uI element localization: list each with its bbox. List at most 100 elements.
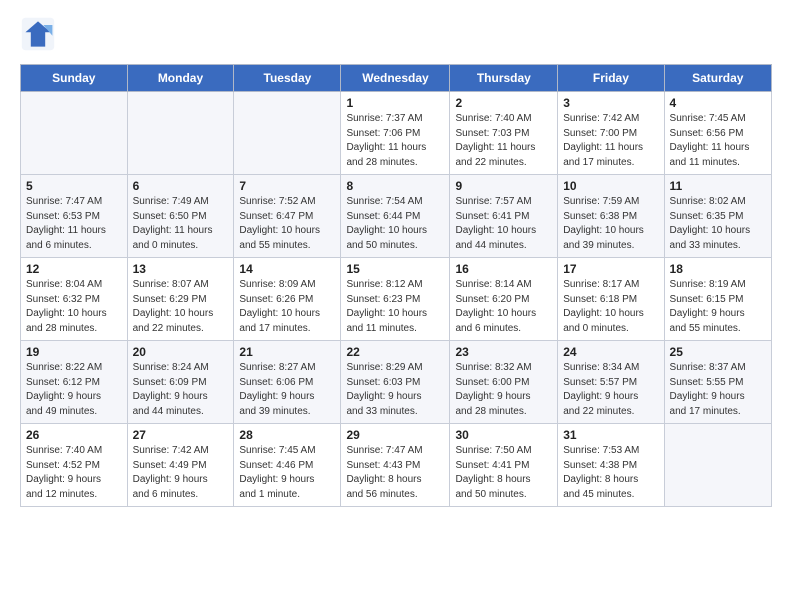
day-info: Sunrise: 8:17 AM Sunset: 6:18 PM Dayligh… xyxy=(563,278,658,336)
day-number: 6 xyxy=(133,179,229,193)
day-info: Sunrise: 7:47 AM Sunset: 6:53 PM Dayligh… xyxy=(26,195,122,253)
day-info: Sunrise: 7:53 AM Sunset: 4:38 PM Dayligh… xyxy=(563,444,658,502)
day-number: 21 xyxy=(239,345,335,359)
calendar-day-cell: 24Sunrise: 8:34 AM Sunset: 5:57 PM Dayli… xyxy=(558,341,664,424)
day-info: Sunrise: 7:54 AM Sunset: 6:44 PM Dayligh… xyxy=(346,195,444,253)
calendar-day-cell xyxy=(664,424,771,507)
day-info: Sunrise: 7:52 AM Sunset: 6:47 PM Dayligh… xyxy=(239,195,335,253)
day-number: 29 xyxy=(346,428,444,442)
calendar-table: SundayMondayTuesdayWednesdayThursdayFrid… xyxy=(20,64,772,507)
weekday-header: Monday xyxy=(127,65,234,92)
calendar-day-cell xyxy=(127,92,234,175)
day-number: 8 xyxy=(346,179,444,193)
day-info: Sunrise: 8:37 AM Sunset: 5:55 PM Dayligh… xyxy=(670,361,766,419)
calendar-day-cell: 12 Sunrise: 8:04 AM Sunset: 6:32 PM Dayli… xyxy=(21,258,128,341)
day-number: 15 xyxy=(346,262,444,276)
day-number: 7 xyxy=(239,179,335,193)
day-number: 16 xyxy=(455,262,552,276)
calendar-day-cell: 17 Sunrise: 8:17 AM Sunset: 6:18 PM Dayli… xyxy=(558,258,664,341)
calendar-day-cell: 20Sunrise: 8:24 AM Sunset: 6:09 PM Dayli… xyxy=(127,341,234,424)
calendar-day-cell: 23 Sunrise: 8:32 AM Sunset: 6:00 PM Dayli… xyxy=(450,341,558,424)
day-number: 28 xyxy=(239,428,335,442)
calendar-day-cell: 13 Sunrise: 8:07 AM Sunset: 6:29 PM Dayli… xyxy=(127,258,234,341)
day-info: Sunrise: 8:29 AM Sunset: 6:03 PM Dayligh… xyxy=(346,361,444,419)
day-number: 23 xyxy=(455,345,552,359)
weekday-header: Wednesday xyxy=(341,65,450,92)
day-number: 20 xyxy=(133,345,229,359)
day-info: Sunrise: 7:37 AM Sunset: 7:06 PM Dayligh… xyxy=(346,112,444,170)
calendar-day-cell: 22 Sunrise: 8:29 AM Sunset: 6:03 PM Dayli… xyxy=(341,341,450,424)
calendar-day-cell: 29 Sunrise: 7:47 AM Sunset: 4:43 PM Dayli… xyxy=(341,424,450,507)
calendar-day-cell: 19 Sunrise: 8:22 AM Sunset: 6:12 PM Dayli… xyxy=(21,341,128,424)
day-number: 19 xyxy=(26,345,122,359)
day-info: Sunrise: 7:42 AM Sunset: 7:00 PM Dayligh… xyxy=(563,112,658,170)
calendar-day-cell: 27 Sunrise: 7:42 AM Sunset: 4:49 PM Dayli… xyxy=(127,424,234,507)
day-number: 9 xyxy=(455,179,552,193)
calendar-day-cell: 14 Sunrise: 8:09 AM Sunset: 6:26 PM Dayli… xyxy=(234,258,341,341)
day-number: 12 xyxy=(26,262,122,276)
day-info: Sunrise: 8:02 AM Sunset: 6:35 PM Dayligh… xyxy=(670,195,766,253)
calendar-day-cell: 31 Sunrise: 7:53 AM Sunset: 4:38 PM Dayli… xyxy=(558,424,664,507)
day-info: Sunrise: 8:22 AM Sunset: 6:12 PM Dayligh… xyxy=(26,361,122,419)
calendar-day-cell: 5 Sunrise: 7:47 AM Sunset: 6:53 PM Daylig… xyxy=(21,175,128,258)
day-info: Sunrise: 8:19 AM Sunset: 6:15 PM Dayligh… xyxy=(670,278,766,336)
calendar-week-row: 5 Sunrise: 7:47 AM Sunset: 6:53 PM Daylig… xyxy=(21,175,772,258)
day-number: 17 xyxy=(563,262,658,276)
day-number: 2 xyxy=(455,96,552,110)
day-info: Sunrise: 7:40 AM Sunset: 7:03 PM Dayligh… xyxy=(455,112,552,170)
day-info: Sunrise: 8:09 AM Sunset: 6:26 PM Dayligh… xyxy=(239,278,335,336)
day-number: 5 xyxy=(26,179,122,193)
calendar-day-cell: 3 Sunrise: 7:42 AM Sunset: 7:00 PM Daylig… xyxy=(558,92,664,175)
calendar-week-row: 19 Sunrise: 8:22 AM Sunset: 6:12 PM Dayli… xyxy=(21,341,772,424)
calendar-day-cell: 10 Sunrise: 7:59 AM Sunset: 6:38 PM Dayli… xyxy=(558,175,664,258)
day-number: 1 xyxy=(346,96,444,110)
weekday-header: Tuesday xyxy=(234,65,341,92)
weekday-header: Thursday xyxy=(450,65,558,92)
day-info: Sunrise: 7:42 AM Sunset: 4:49 PM Dayligh… xyxy=(133,444,229,502)
day-number: 31 xyxy=(563,428,658,442)
calendar-day-cell: 15 Sunrise: 8:12 AM Sunset: 6:23 PM Dayli… xyxy=(341,258,450,341)
day-info: Sunrise: 7:50 AM Sunset: 4:41 PM Dayligh… xyxy=(455,444,552,502)
calendar-day-cell: 16Sunrise: 8:14 AM Sunset: 6:20 PM Dayli… xyxy=(450,258,558,341)
day-info: Sunrise: 8:12 AM Sunset: 6:23 PM Dayligh… xyxy=(346,278,444,336)
day-number: 11 xyxy=(670,179,766,193)
day-number: 22 xyxy=(346,345,444,359)
day-info: Sunrise: 8:04 AM Sunset: 6:32 PM Dayligh… xyxy=(26,278,122,336)
calendar-day-cell: 26Sunrise: 7:40 AM Sunset: 4:52 PM Dayli… xyxy=(21,424,128,507)
day-info: Sunrise: 7:59 AM Sunset: 6:38 PM Dayligh… xyxy=(563,195,658,253)
day-number: 18 xyxy=(670,262,766,276)
day-number: 13 xyxy=(133,262,229,276)
logo xyxy=(20,16,60,52)
calendar-day-cell: 25 Sunrise: 8:37 AM Sunset: 5:55 PM Dayli… xyxy=(664,341,771,424)
weekday-header: Friday xyxy=(558,65,664,92)
calendar-week-row: 12 Sunrise: 8:04 AM Sunset: 6:32 PM Dayli… xyxy=(21,258,772,341)
weekday-header: Saturday xyxy=(664,65,771,92)
day-number: 25 xyxy=(670,345,766,359)
day-info: Sunrise: 8:07 AM Sunset: 6:29 PM Dayligh… xyxy=(133,278,229,336)
day-number: 3 xyxy=(563,96,658,110)
calendar-week-row: 26Sunrise: 7:40 AM Sunset: 4:52 PM Dayli… xyxy=(21,424,772,507)
day-info: Sunrise: 7:47 AM Sunset: 4:43 PM Dayligh… xyxy=(346,444,444,502)
day-info: Sunrise: 7:45 AM Sunset: 4:46 PM Dayligh… xyxy=(239,444,335,502)
day-info: Sunrise: 7:45 AM Sunset: 6:56 PM Dayligh… xyxy=(670,112,766,170)
day-info: Sunrise: 8:32 AM Sunset: 6:00 PM Dayligh… xyxy=(455,361,552,419)
calendar-day-cell: 9 Sunrise: 7:57 AM Sunset: 6:41 PM Daylig… xyxy=(450,175,558,258)
day-number: 14 xyxy=(239,262,335,276)
weekday-header: Sunday xyxy=(21,65,128,92)
calendar-day-cell: 11 Sunrise: 8:02 AM Sunset: 6:35 PM Dayli… xyxy=(664,175,771,258)
logo-icon xyxy=(20,16,56,52)
calendar-day-cell: 30Sunrise: 7:50 AM Sunset: 4:41 PM Dayli… xyxy=(450,424,558,507)
day-number: 4 xyxy=(670,96,766,110)
day-info: Sunrise: 8:27 AM Sunset: 6:06 PM Dayligh… xyxy=(239,361,335,419)
day-info: Sunrise: 7:57 AM Sunset: 6:41 PM Dayligh… xyxy=(455,195,552,253)
day-number: 27 xyxy=(133,428,229,442)
calendar-day-cell: 2 Sunrise: 7:40 AM Sunset: 7:03 PM Daylig… xyxy=(450,92,558,175)
day-number: 10 xyxy=(563,179,658,193)
day-info: Sunrise: 7:49 AM Sunset: 6:50 PM Dayligh… xyxy=(133,195,229,253)
calendar-day-cell: 1 Sunrise: 7:37 AM Sunset: 7:06 PM Daylig… xyxy=(341,92,450,175)
calendar-day-cell xyxy=(21,92,128,175)
day-number: 26 xyxy=(26,428,122,442)
calendar-day-cell xyxy=(234,92,341,175)
calendar-week-row: 1 Sunrise: 7:37 AM Sunset: 7:06 PM Daylig… xyxy=(21,92,772,175)
calendar-day-cell: 8 Sunrise: 7:54 AM Sunset: 6:44 PM Daylig… xyxy=(341,175,450,258)
